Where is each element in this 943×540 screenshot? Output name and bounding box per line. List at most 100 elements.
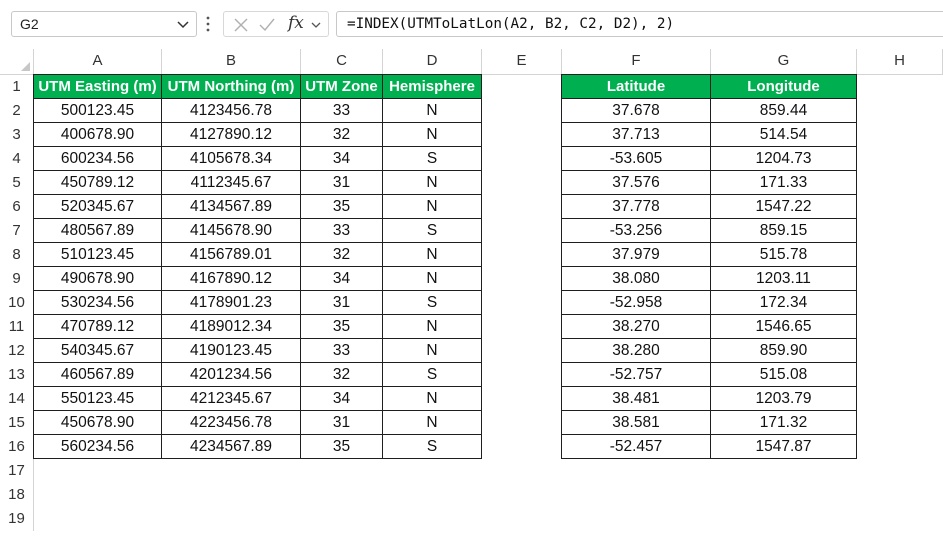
- row-header-4[interactable]: 4: [0, 147, 34, 171]
- input-data-cell[interactable]: N: [383, 411, 482, 435]
- output-data-cell[interactable]: 37.979: [561, 243, 711, 267]
- input-data-cell[interactable]: 4127890.12: [162, 123, 301, 147]
- input-data-cell[interactable]: N: [383, 99, 482, 123]
- row-header-6[interactable]: 6: [0, 195, 34, 219]
- input-data-cell[interactable]: N: [383, 315, 482, 339]
- input-header-cell[interactable]: UTM Easting (m): [33, 74, 162, 99]
- row-header-14[interactable]: 14: [0, 387, 34, 411]
- input-data-cell[interactable]: 33: [301, 339, 383, 363]
- row-header-1[interactable]: 1: [0, 75, 34, 99]
- input-data-cell[interactable]: N: [383, 171, 482, 195]
- input-data-cell[interactable]: 32: [301, 123, 383, 147]
- input-data-cell[interactable]: S: [383, 147, 482, 171]
- cancel-icon[interactable]: [232, 16, 250, 34]
- input-data-cell[interactable]: 4167890.12: [162, 267, 301, 291]
- input-data-cell[interactable]: 480567.89: [33, 219, 162, 243]
- column-header-h[interactable]: H: [857, 49, 943, 75]
- output-data-cell[interactable]: 38.280: [561, 339, 711, 363]
- output-data-cell[interactable]: 37.678: [561, 99, 711, 123]
- input-data-cell[interactable]: 4178901.23: [162, 291, 301, 315]
- output-data-cell[interactable]: -53.605: [561, 147, 711, 171]
- output-header-cell[interactable]: Latitude: [561, 74, 711, 99]
- row-header-8[interactable]: 8: [0, 243, 34, 267]
- input-data-cell[interactable]: N: [383, 267, 482, 291]
- name-box[interactable]: G2: [11, 11, 197, 37]
- output-data-cell[interactable]: 37.713: [561, 123, 711, 147]
- input-data-cell[interactable]: 31: [301, 411, 383, 435]
- input-header-cell[interactable]: Hemisphere: [383, 74, 482, 99]
- input-data-cell[interactable]: N: [383, 123, 482, 147]
- input-data-cell[interactable]: 4212345.67: [162, 387, 301, 411]
- output-data-cell[interactable]: 1546.65: [711, 315, 857, 339]
- row-header-10[interactable]: 10: [0, 291, 34, 315]
- select-all-corner[interactable]: [0, 49, 34, 75]
- input-header-cell[interactable]: UTM Northing (m): [162, 74, 301, 99]
- input-data-cell[interactable]: N: [383, 387, 482, 411]
- output-data-cell[interactable]: -52.958: [561, 291, 711, 315]
- output-data-cell[interactable]: 38.581: [561, 411, 711, 435]
- column-header-d[interactable]: D: [383, 49, 482, 75]
- input-data-cell[interactable]: 34: [301, 387, 383, 411]
- row-header-17[interactable]: 17: [0, 459, 34, 483]
- input-data-cell[interactable]: 4201234.56: [162, 363, 301, 387]
- input-data-cell[interactable]: 34: [301, 267, 383, 291]
- input-data-cell[interactable]: 31: [301, 171, 383, 195]
- output-data-cell[interactable]: 859.15: [711, 219, 857, 243]
- input-data-cell[interactable]: 600234.56: [33, 147, 162, 171]
- output-data-cell[interactable]: 1203.11: [711, 267, 857, 291]
- row-header-7[interactable]: 7: [0, 219, 34, 243]
- input-data-cell[interactable]: 490678.90: [33, 267, 162, 291]
- output-data-cell[interactable]: -52.757: [561, 363, 711, 387]
- chevron-down-icon[interactable]: [176, 16, 190, 32]
- input-data-cell[interactable]: S: [383, 435, 482, 459]
- input-data-cell[interactable]: 4234567.89: [162, 435, 301, 459]
- input-data-cell[interactable]: S: [383, 291, 482, 315]
- input-data-cell[interactable]: 450678.90: [33, 411, 162, 435]
- input-data-cell[interactable]: 4134567.89: [162, 195, 301, 219]
- column-header-f[interactable]: F: [562, 49, 711, 75]
- enter-check-icon[interactable]: [258, 16, 276, 34]
- output-data-cell[interactable]: 37.576: [561, 171, 711, 195]
- input-data-cell[interactable]: S: [383, 363, 482, 387]
- row-header-2[interactable]: 2: [0, 99, 34, 123]
- more-options-icon[interactable]: [206, 14, 210, 34]
- output-data-cell[interactable]: 38.270: [561, 315, 711, 339]
- chevron-down-icon[interactable]: [310, 16, 322, 34]
- output-data-cell[interactable]: 37.778: [561, 195, 711, 219]
- column-header-e[interactable]: E: [482, 49, 562, 75]
- input-data-cell[interactable]: 4123456.78: [162, 99, 301, 123]
- input-data-cell[interactable]: 450789.12: [33, 171, 162, 195]
- input-data-cell[interactable]: 4223456.78: [162, 411, 301, 435]
- input-data-cell[interactable]: 32: [301, 243, 383, 267]
- input-data-cell[interactable]: 4190123.45: [162, 339, 301, 363]
- input-data-cell[interactable]: 32: [301, 363, 383, 387]
- output-data-cell[interactable]: 515.08: [711, 363, 857, 387]
- row-header-18[interactable]: 18: [0, 483, 34, 507]
- input-data-cell[interactable]: 560234.56: [33, 435, 162, 459]
- input-data-cell[interactable]: 31: [301, 291, 383, 315]
- input-data-cell[interactable]: S: [383, 219, 482, 243]
- insert-function-fx-icon[interactable]: fx: [288, 13, 304, 33]
- row-header-5[interactable]: 5: [0, 171, 34, 195]
- input-data-cell[interactable]: 33: [301, 219, 383, 243]
- output-data-cell[interactable]: 38.080: [561, 267, 711, 291]
- output-data-cell[interactable]: 859.44: [711, 99, 857, 123]
- input-data-cell[interactable]: 35: [301, 435, 383, 459]
- output-data-cell[interactable]: 1204.73: [711, 147, 857, 171]
- output-data-cell[interactable]: 171.32: [711, 411, 857, 435]
- input-data-cell[interactable]: 530234.56: [33, 291, 162, 315]
- input-data-cell[interactable]: N: [383, 243, 482, 267]
- input-data-cell[interactable]: 34: [301, 147, 383, 171]
- input-data-cell[interactable]: 550123.45: [33, 387, 162, 411]
- output-data-cell[interactable]: 859.90: [711, 339, 857, 363]
- row-header-3[interactable]: 3: [0, 123, 34, 147]
- column-header-b[interactable]: B: [162, 49, 301, 75]
- column-header-c[interactable]: C: [301, 49, 383, 75]
- input-data-cell[interactable]: 33: [301, 99, 383, 123]
- formula-input[interactable]: =INDEX(UTMToLatLon(A2, B2, C2, D2), 2): [336, 11, 943, 37]
- input-data-cell[interactable]: 4189012.34: [162, 315, 301, 339]
- input-data-cell[interactable]: 35: [301, 195, 383, 219]
- row-header-9[interactable]: 9: [0, 267, 34, 291]
- input-data-cell[interactable]: N: [383, 339, 482, 363]
- input-data-cell[interactable]: 4112345.67: [162, 171, 301, 195]
